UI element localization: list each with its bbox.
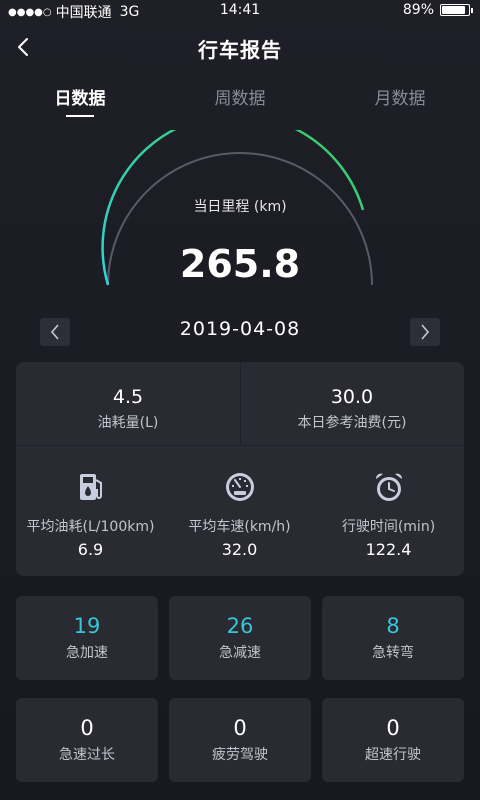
hard-braking-count: 26 <box>226 614 254 638</box>
page-title: 行车报告 <box>198 38 282 62</box>
sharp-turn-count: 8 <box>386 614 400 638</box>
stats-panel: 4.5 油耗量(L) 30.0 本日参考油费(元) 平均油耗(L/100km) … <box>16 362 464 576</box>
fuel-cost-label: 本日参考油费(元) <box>297 415 407 431</box>
mileage-label: 当日里程 (km) <box>193 199 287 215</box>
fuel-consumption-cell: 4.5 油耗量(L) <box>16 362 240 445</box>
fatigue-driving-label: 疲劳驾驶 <box>212 747 268 763</box>
avg-fuel-cell: 平均油耗(L/100km) 6.9 <box>16 470 165 559</box>
current-date: 2019-04-08 <box>179 318 301 340</box>
event-card-fatigue-driving: 0 疲劳驾驶 <box>169 698 311 782</box>
long-idle-count: 0 <box>80 716 94 740</box>
event-card-speeding: 0 超速行驶 <box>322 698 464 782</box>
drive-time-label: 行驶时间(min) <box>341 519 436 535</box>
fuel-consumption-value: 4.5 <box>112 386 144 408</box>
hard-braking-label: 急减速 <box>219 645 261 661</box>
date-selector: 2019-04-08 <box>0 316 480 346</box>
tab-weekly[interactable]: 周数据 <box>180 84 300 109</box>
tab-monthly[interactable]: 月数据 <box>340 84 460 109</box>
long-idle-label: 急速过长 <box>59 747 115 763</box>
mileage-value: 265.8 <box>179 242 301 286</box>
drive-time-cell: 行驶时间(min) 122.4 <box>314 470 463 559</box>
status-right: 89% <box>402 2 473 18</box>
fuel-pump-icon <box>79 474 102 500</box>
speeding-count: 0 <box>386 716 400 740</box>
sharp-turn-label: 急转弯 <box>372 645 414 661</box>
avg-fuel-label: 平均油耗(L/100km) <box>26 519 155 535</box>
chevron-right-icon <box>421 324 430 340</box>
alarm-clock-icon <box>375 473 402 501</box>
battery-icon <box>440 4 473 16</box>
fuel-cost-cell: 30.0 本日参考油费(元) <box>240 362 464 445</box>
battery-percent: 89% <box>402 2 434 18</box>
event-card-long-idle: 0 急速过长 <box>16 698 158 782</box>
event-card-hard-acceleration: 19 急加速 <box>16 596 158 680</box>
divider-horizontal <box>16 445 464 446</box>
tab-active-indicator <box>66 115 94 117</box>
event-card-sharp-turn: 8 急转弯 <box>322 596 464 680</box>
avg-fuel-value: 6.9 <box>77 540 104 559</box>
avg-speed-cell: 平均车速(km/h) 32.0 <box>165 470 314 559</box>
nav-bar: 行车报告 <box>0 22 480 72</box>
avg-speed-value: 32.0 <box>221 540 258 559</box>
speedometer-icon <box>225 473 254 501</box>
status-bar: ●●●●○ 中国联通 3G 14:41 89% <box>0 0 480 22</box>
drive-time-value: 122.4 <box>365 540 412 559</box>
speeding-label: 超速行驶 <box>365 747 421 763</box>
fuel-cost-value: 30.0 <box>330 386 374 408</box>
tab-bar: 日数据 周数据 月数据 <box>0 80 480 120</box>
next-date-button[interactable] <box>410 318 440 346</box>
event-card-hard-braking: 26 急减速 <box>169 596 311 680</box>
avg-speed-label: 平均车速(km/h) <box>188 519 291 535</box>
fatigue-driving-count: 0 <box>233 716 247 740</box>
fuel-consumption-label: 油耗量(L) <box>97 415 159 431</box>
hard-acceleration-label: 急加速 <box>66 645 108 661</box>
tab-daily[interactable]: 日数据 <box>20 84 140 109</box>
hard-acceleration-count: 19 <box>73 614 101 638</box>
